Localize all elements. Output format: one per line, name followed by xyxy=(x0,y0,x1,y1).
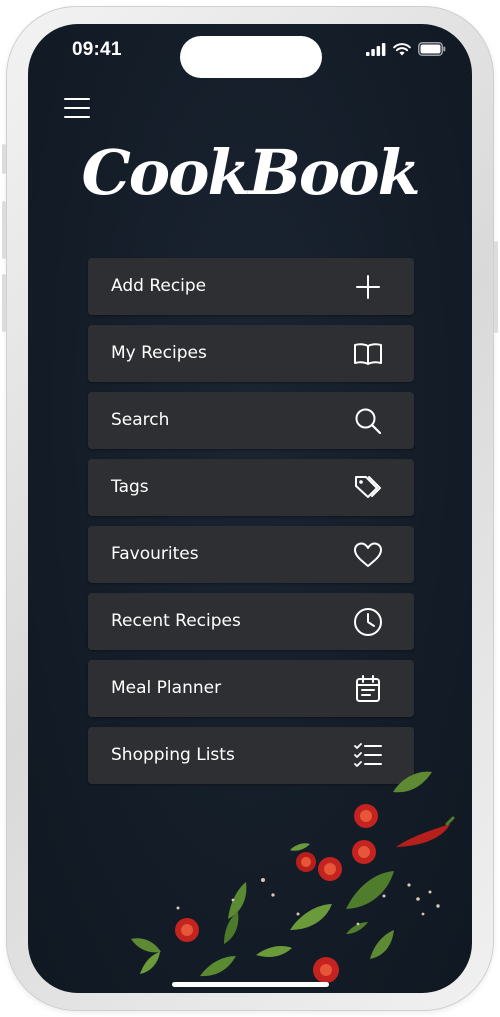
checklist-icon xyxy=(352,740,384,772)
hamburger-line xyxy=(64,107,90,109)
menu-item-shopping-lists[interactable]: Shopping Lists xyxy=(88,727,414,784)
battery-icon xyxy=(418,42,446,56)
basil-leaf-icon xyxy=(131,771,432,977)
clock-icon xyxy=(352,606,384,638)
hamburger-menu-icon[interactable] xyxy=(64,98,90,120)
cellular-signal-icon xyxy=(366,42,386,56)
menu-item-my-recipes[interactable]: My Recipes xyxy=(88,325,414,382)
hamburger-line xyxy=(64,116,90,118)
status-icons xyxy=(366,42,446,56)
home-indicator[interactable] xyxy=(172,982,329,987)
app-screen: 09:41 CookBook Add Recipe My Recipes Sea… xyxy=(28,24,472,993)
open-book-icon xyxy=(352,338,384,370)
calendar-icon xyxy=(352,673,384,705)
menu-item-label: Tags xyxy=(111,477,149,497)
menu-item-label: Add Recipe xyxy=(111,276,207,296)
menu-item-tags[interactable]: Tags xyxy=(88,459,414,516)
peppercorn-icon xyxy=(176,878,440,926)
heart-icon xyxy=(352,539,384,571)
menu-item-search[interactable]: Search xyxy=(88,392,414,449)
chili-pepper-icon xyxy=(396,816,455,847)
plus-icon xyxy=(352,271,384,303)
cookbook-logo: CookBook xyxy=(81,136,420,209)
menu-item-add-recipe[interactable]: Add Recipe xyxy=(88,258,414,315)
menu-item-meal-planner[interactable]: Meal Planner xyxy=(88,660,414,717)
search-icon xyxy=(352,405,384,437)
hamburger-line xyxy=(64,98,90,100)
wifi-icon xyxy=(393,42,411,55)
chili-slice-icon xyxy=(175,804,378,983)
menu-item-label: My Recipes xyxy=(111,343,207,363)
dynamic-island xyxy=(180,36,322,78)
menu-item-label: Search xyxy=(111,410,170,430)
status-bar: 09:41 xyxy=(28,24,472,78)
main-menu: Add Recipe My Recipes Search Tags Favour xyxy=(88,258,414,794)
menu-item-favourites[interactable]: Favourites xyxy=(88,526,414,583)
tags-icon xyxy=(352,472,384,504)
menu-item-label: Shopping Lists xyxy=(111,745,235,765)
menu-item-label: Favourites xyxy=(111,544,199,564)
power-button xyxy=(494,241,498,333)
menu-item-recent-recipes[interactable]: Recent Recipes xyxy=(88,593,414,650)
volume-up-button xyxy=(2,201,6,259)
silent-switch xyxy=(2,144,6,174)
volume-down-button xyxy=(2,274,6,332)
menu-item-label: Recent Recipes xyxy=(111,611,241,631)
status-time: 09:41 xyxy=(72,39,122,60)
menu-item-label: Meal Planner xyxy=(111,678,222,698)
